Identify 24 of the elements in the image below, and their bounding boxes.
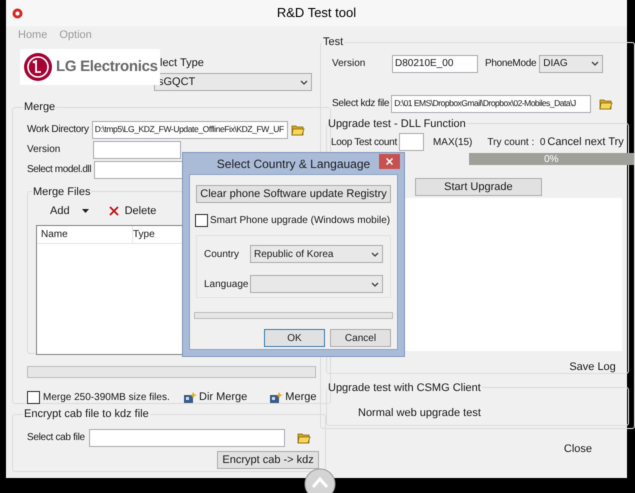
- group-title: Upgrade test with CSMG Client: [327, 380, 482, 396]
- field-label: Country: [204, 248, 240, 262]
- field-label: Select kdz file: [332, 97, 390, 111]
- field-label: lect Type: [159, 57, 205, 70]
- dialog-title: Select Country & Langauage: [216, 156, 372, 172]
- field-label: Language: [204, 278, 250, 292]
- group-title: Upgrade test - DLL Function: [327, 116, 467, 132]
- field-label: PhoneMode: [485, 57, 536, 71]
- field-label: Try count : 0: [487, 136, 546, 150]
- checkbox-label: Smart Phone upgrade (Windows mobile): [210, 214, 390, 228]
- field-label: Select model.dll: [27, 163, 92, 177]
- field-label: Loop Test count: [331, 136, 397, 150]
- field-label: Work Directory: [27, 123, 89, 137]
- field-label: Version: [332, 57, 366, 71]
- group-title: Merge: [23, 100, 56, 115]
- checkbox-label: Merge 250-390MB size files.: [43, 391, 171, 405]
- field-label: MAX(15): [432, 136, 472, 150]
- group-title: Test: [322, 35, 344, 50]
- field-label: Version: [27, 143, 60, 157]
- group-title: Encrypt cab file to kdz file: [23, 407, 150, 422]
- group-title: Merge Files: [32, 184, 92, 200]
- field-label: Select cab file: [27, 431, 85, 445]
- window-title: R&D Test tool: [276, 4, 358, 22]
- progress-reading: 0%: [544, 152, 559, 166]
